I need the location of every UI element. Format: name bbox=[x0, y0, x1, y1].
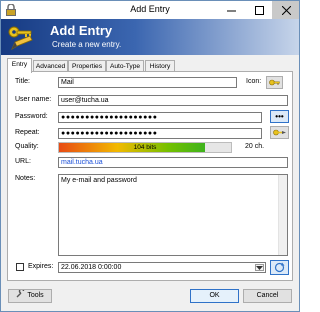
tools-button[interactable]: Tools bbox=[8, 288, 52, 303]
expires-label: Expires: bbox=[28, 263, 54, 270]
cancel-button[interactable]: Cancel bbox=[243, 289, 292, 303]
url-label: URL: bbox=[15, 158, 31, 165]
header-banner: Add Entry Create a new entry. bbox=[1, 19, 299, 55]
url-input[interactable]: mail.tucha.ua bbox=[58, 157, 288, 168]
password-label: Password: bbox=[15, 113, 48, 120]
close-button[interactable] bbox=[272, 1, 299, 19]
expires-value: 22.06.2018 0:00:00 bbox=[61, 264, 122, 271]
add-entry-window: Add Entry Add Entry Create a new entry. … bbox=[0, 0, 300, 312]
close-icon bbox=[281, 5, 291, 15]
icon-picker-button[interactable] bbox=[266, 76, 283, 89]
wrench-icon bbox=[16, 288, 25, 298]
clock-refresh-icon bbox=[274, 262, 285, 273]
notes-text: My e-mail and password bbox=[61, 177, 137, 184]
expiry-presets-button[interactable] bbox=[270, 260, 289, 275]
maximize-button[interactable] bbox=[245, 1, 273, 19]
ok-button[interactable]: OK bbox=[190, 289, 239, 303]
title-bar: Add Entry bbox=[1, 1, 299, 19]
chevron-down-icon bbox=[256, 266, 263, 270]
tab-entry[interactable]: Entry bbox=[7, 58, 32, 73]
minimize-button[interactable] bbox=[217, 1, 245, 19]
calendar-dropdown[interactable] bbox=[255, 264, 264, 271]
quality-meter: 104 bits bbox=[58, 142, 232, 153]
title-input[interactable]: Mail bbox=[58, 77, 237, 88]
notes-textarea[interactable]: My e-mail and password bbox=[58, 174, 288, 256]
password-input[interactable]: ●●●●●●●●●●●●●●●●●●●● bbox=[58, 112, 262, 123]
key-icon bbox=[269, 79, 280, 86]
quality-label: Quality: bbox=[15, 143, 39, 150]
show-password-button[interactable]: ••• bbox=[270, 110, 289, 123]
repeat-password-input[interactable]: ●●●●●●●●●●●●●●●●●●●● bbox=[58, 128, 262, 139]
dots-icon: ••• bbox=[275, 111, 284, 121]
minimize-icon bbox=[226, 10, 236, 11]
username-label: User name: bbox=[15, 96, 52, 103]
entry-panel: Title: Mail Icon: User name: user@tucha.… bbox=[7, 71, 293, 281]
quality-char-count: 20 ch. bbox=[245, 143, 265, 150]
expires-date-input[interactable]: 22.06.2018 0:00:00 bbox=[58, 262, 266, 273]
title-label: Title: bbox=[15, 78, 30, 85]
repeat-label: Repeat: bbox=[15, 129, 40, 136]
notes-scrollbar[interactable] bbox=[278, 175, 287, 255]
quality-bits: 104 bits bbox=[133, 144, 157, 151]
maximize-icon bbox=[254, 5, 264, 15]
key-pencil-icon bbox=[8, 26, 33, 50]
expires-checkbox[interactable] bbox=[16, 263, 24, 271]
notes-label: Notes: bbox=[15, 175, 36, 182]
generator-icon bbox=[273, 129, 286, 136]
tools-label: Tools bbox=[27, 292, 44, 299]
banner-subtitle: Create a new entry. bbox=[52, 40, 122, 49]
banner-title: Add Entry bbox=[50, 23, 113, 38]
username-input[interactable]: user@tucha.ua bbox=[58, 95, 288, 106]
generate-password-button[interactable] bbox=[270, 126, 289, 139]
icon-label: Icon: bbox=[246, 78, 262, 85]
